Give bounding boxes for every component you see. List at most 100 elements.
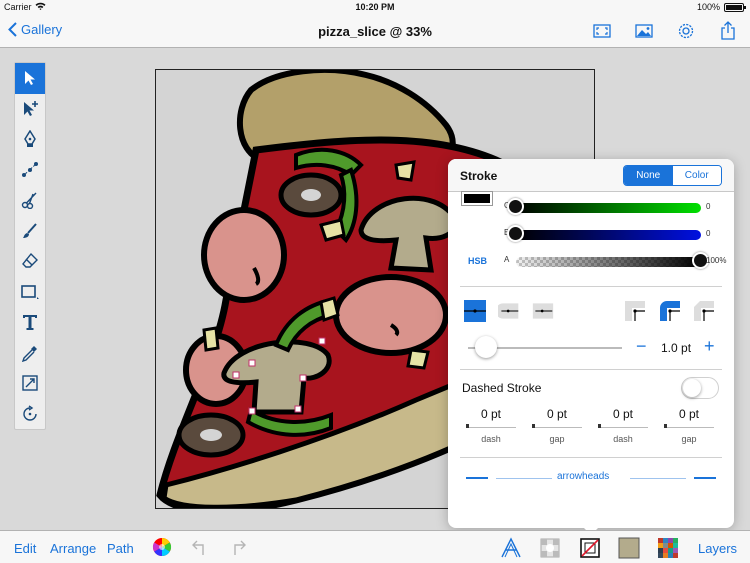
green-knob[interactable] xyxy=(507,198,524,215)
transform-tool[interactable] xyxy=(15,368,45,399)
selection-handle xyxy=(248,359,256,367)
gap-2-field[interactable]: 0 pt gap xyxy=(664,407,714,447)
stroke-swatch-icon xyxy=(580,538,600,558)
green-channel-slider[interactable]: G 0 xyxy=(448,197,734,217)
color-wheel-button[interactable] xyxy=(152,537,174,559)
bevel-join-button[interactable] xyxy=(693,300,715,322)
status-time: 10:20 PM xyxy=(355,2,395,12)
eyedropper-icon xyxy=(21,345,37,362)
gap-1-field[interactable]: 0 pt gap xyxy=(532,407,582,447)
field-underline xyxy=(598,427,648,428)
butt-cap-button[interactable] xyxy=(464,300,486,322)
outline-letter-a-icon xyxy=(501,537,521,558)
image-icon xyxy=(635,24,653,38)
hsb-toggle-button[interactable]: HSB xyxy=(468,256,487,266)
gap-1-value: 0 pt xyxy=(546,407,567,421)
round-cap-button[interactable] xyxy=(498,300,520,322)
fullscreen-icon xyxy=(593,24,611,38)
dash-1-value: 0 pt xyxy=(480,407,501,421)
stroke-width-knob[interactable] xyxy=(475,336,497,358)
redo-button[interactable] xyxy=(226,537,248,559)
arrowheads-row: arrowheads xyxy=(462,470,720,486)
pen-tool[interactable] xyxy=(15,124,45,155)
bezier-tool[interactable] xyxy=(15,155,45,186)
share-button[interactable] xyxy=(718,21,738,41)
round-join-button[interactable] xyxy=(659,300,681,322)
green-track[interactable] xyxy=(516,203,701,213)
brush-tool[interactable] xyxy=(15,216,45,247)
field-underline xyxy=(664,427,714,428)
selection-handle xyxy=(318,337,326,345)
decrease-width-button[interactable]: − xyxy=(636,336,647,356)
rotate-tool[interactable] xyxy=(15,399,45,430)
path-button[interactable]: Path xyxy=(107,541,134,556)
select-tool[interactable] xyxy=(15,63,45,94)
typography-button[interactable] xyxy=(500,537,522,559)
stroke-mode-segmented-control: None Color xyxy=(623,165,722,186)
bevel-join-icon xyxy=(694,301,714,321)
round-cap-icon xyxy=(498,303,519,319)
selection-handle xyxy=(299,374,307,382)
scissors-tool[interactable] xyxy=(15,185,45,216)
text-tool[interactable] xyxy=(15,307,45,338)
stroke-width-value: 1.0 pt xyxy=(661,341,692,355)
blue-track[interactable] xyxy=(516,230,701,240)
image-button[interactable] xyxy=(634,21,654,41)
miter-join-button[interactable] xyxy=(624,300,646,322)
divider xyxy=(460,369,722,370)
gallery-back-button[interactable]: Gallery xyxy=(8,22,62,37)
undo-button[interactable] xyxy=(190,537,212,559)
arrange-button[interactable]: Arrange xyxy=(50,541,96,556)
stroke-mode-none[interactable]: None xyxy=(624,166,673,185)
onion xyxy=(406,348,430,370)
field-tick xyxy=(532,424,535,428)
settings-button[interactable] xyxy=(676,21,696,41)
tool-palette xyxy=(14,62,46,430)
end-arrowhead-button[interactable] xyxy=(694,477,716,479)
edit-button[interactable]: Edit xyxy=(14,541,36,556)
stroke-title: Stroke xyxy=(460,169,498,183)
blue-channel-slider[interactable]: B 0 xyxy=(448,224,734,244)
arrow-pointer-icon xyxy=(25,71,35,86)
blue-knob[interactable] xyxy=(507,225,524,242)
dash-2-label: dash xyxy=(613,434,633,444)
dash-1-field[interactable]: 0 pt dash xyxy=(466,407,516,447)
stroke-color-button[interactable] xyxy=(579,537,601,559)
field-underline xyxy=(466,427,516,428)
start-arrowhead-button[interactable] xyxy=(466,477,488,479)
textures-button[interactable] xyxy=(657,537,679,559)
alpha-channel-slider[interactable]: A 100% xyxy=(448,251,734,271)
onion xyxy=(202,326,220,352)
battery-icon xyxy=(724,2,746,12)
eyedropper-tool[interactable] xyxy=(15,338,45,369)
increase-width-button[interactable]: + xyxy=(704,336,715,356)
square-cap-icon xyxy=(532,303,554,319)
onion xyxy=(319,218,346,242)
bezier-nodes-icon xyxy=(22,161,38,177)
gallery-back-label: Gallery xyxy=(21,22,63,37)
gap-1-label: gap xyxy=(549,434,565,444)
stroke-mode-color[interactable]: Color xyxy=(672,166,721,185)
fill-none-button[interactable] xyxy=(539,537,561,559)
pepperoni xyxy=(201,207,287,303)
dashed-stroke-toggle[interactable] xyxy=(681,377,719,399)
fullscreen-button[interactable] xyxy=(592,21,612,41)
divider xyxy=(460,457,722,458)
square-cap-button[interactable] xyxy=(532,300,554,322)
node-select-tool[interactable] xyxy=(15,94,45,125)
chevron-left-icon xyxy=(8,22,17,37)
fill-color-button[interactable] xyxy=(618,537,640,559)
dash-2-value: 0 pt xyxy=(612,407,633,421)
eraser-tool[interactable] xyxy=(15,246,45,277)
olive-center xyxy=(200,429,222,441)
shape-tool[interactable] xyxy=(15,277,45,308)
miter-join-icon xyxy=(625,301,645,321)
onion xyxy=(394,160,416,182)
arrowheads-button[interactable]: arrowheads xyxy=(557,471,609,482)
brush-icon xyxy=(23,223,37,238)
battery-percent: 100% xyxy=(696,2,720,12)
alpha-track[interactable] xyxy=(516,257,701,267)
dash-2-field[interactable]: 0 pt dash xyxy=(598,407,648,447)
layers-button[interactable]: Layers xyxy=(698,541,737,556)
olive-center xyxy=(301,189,321,201)
